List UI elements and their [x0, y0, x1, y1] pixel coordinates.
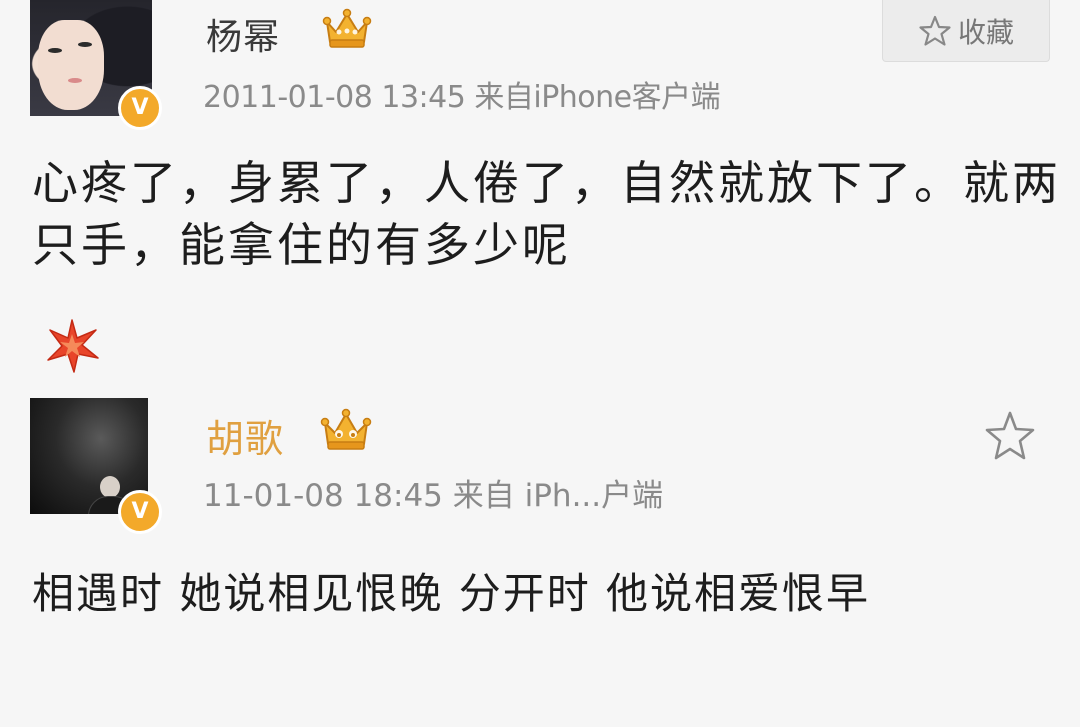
- sparkle-emoji-icon: [44, 318, 100, 378]
- star-outline-icon: [982, 408, 1038, 468]
- star-outline-icon: [918, 14, 952, 48]
- post-meta: 2011-01-08 13:45 来自iPhone客户端: [203, 80, 721, 115]
- post-content: 心疼了，身累了，人倦了，自然就放下了。就两只手，能拿住的有多少呢: [32, 156, 1061, 272]
- weibo-feed: V 杨幂 2011-01-08 13:45 来自iPhone客户端 收藏 心疼了…: [0, 0, 1080, 727]
- weibo-post: V 杨幂 2011-01-08 13:45 来自iPhone客户端 收藏 心疼了…: [0, 0, 1080, 395]
- author-name[interactable]: 胡歌: [206, 408, 284, 463]
- author-name[interactable]: 杨幂: [206, 8, 280, 60]
- crown-icon: [320, 406, 372, 456]
- favorite-button[interactable]: 收藏: [882, 0, 1050, 62]
- crown-icon: [322, 6, 372, 54]
- verified-badge-icon: V: [118, 86, 162, 130]
- post-meta: 11-01-08 18:45 来自 iPh...户端: [203, 478, 664, 514]
- favorite-button[interactable]: [980, 408, 1040, 468]
- verified-badge-icon: V: [118, 490, 162, 534]
- post-content: 相遇时 她说相见恨晚 分开时 他说相爱恨早: [32, 569, 871, 618]
- favorite-label: 收藏: [957, 15, 1014, 49]
